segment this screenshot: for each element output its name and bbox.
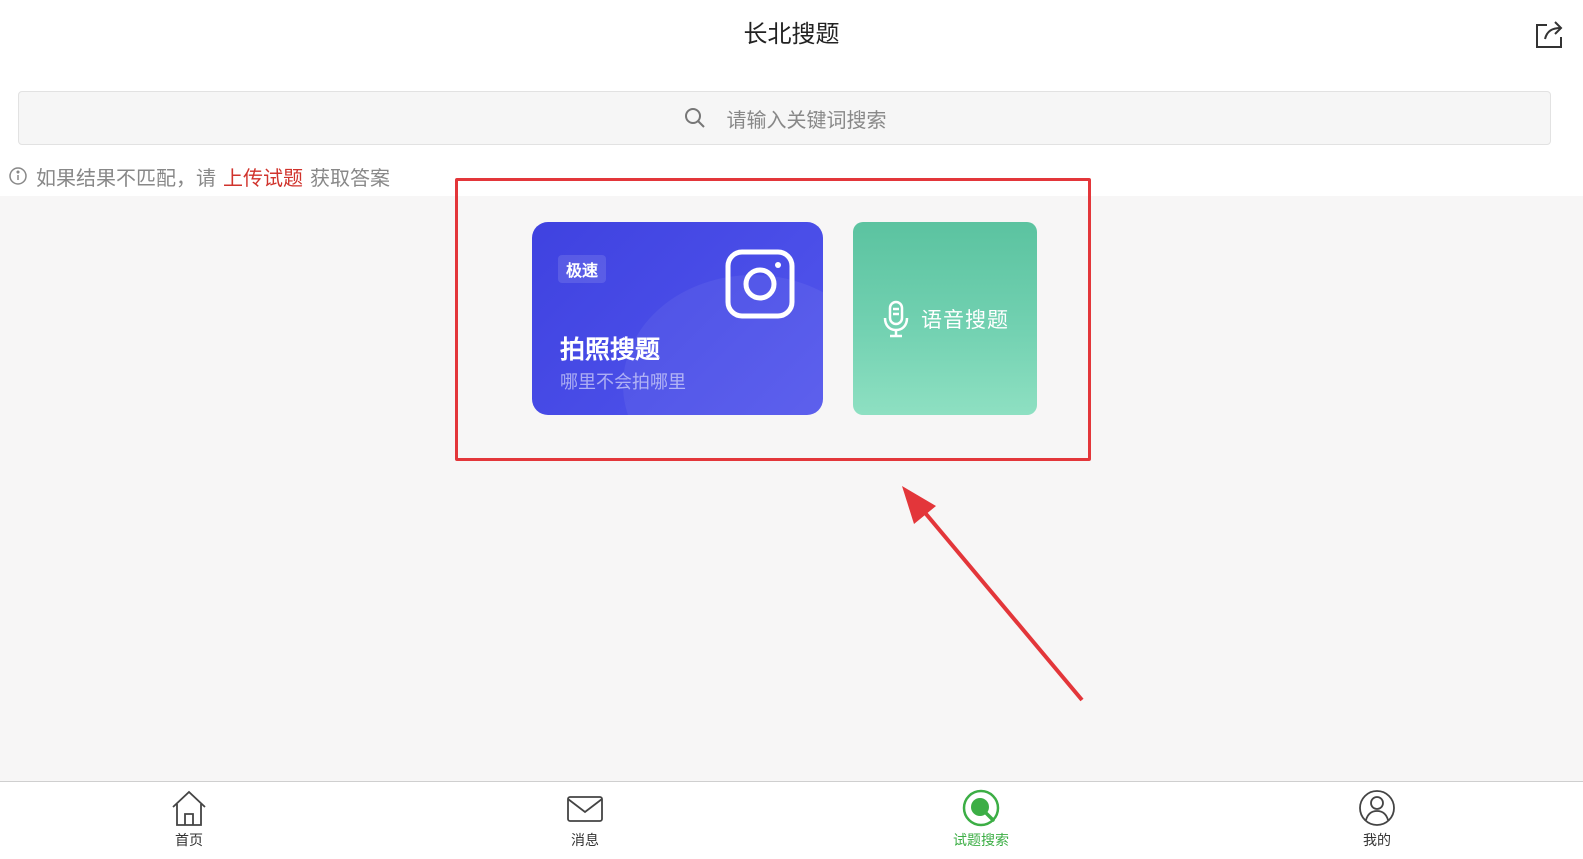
upload-question-link[interactable]: 上传试题 — [223, 162, 303, 191]
search-placeholder: 请输入关键词搜索 — [726, 107, 887, 132]
mail-icon — [567, 796, 603, 822]
microphone-icon — [883, 300, 909, 338]
photo-search-title: 拍照搜题 — [560, 335, 661, 364]
tab-question-search-label: 试题搜索 — [953, 833, 1009, 849]
tab-messages-label: 消息 — [571, 833, 599, 849]
voice-search-label: 语音搜题 — [921, 308, 1009, 332]
tab-question-search[interactable]: 试题搜索 — [921, 788, 1041, 854]
camera-icon — [725, 249, 795, 319]
hint-suffix: 获取答案 — [310, 165, 390, 190]
tab-messages[interactable]: 消息 — [525, 788, 645, 854]
home-icon — [172, 790, 206, 826]
hint-text: 如果结果不匹配，请 上传试题 获取答案 — [8, 162, 390, 190]
search-input[interactable]: 请输入关键词搜索 — [18, 91, 1551, 145]
tab-bar: 首页 消息 试题搜索 我的 — [0, 781, 1583, 859]
search-icon — [684, 108, 705, 128]
page-title: 长北搜题 — [743, 20, 840, 48]
header: 长北搜题 — [0, 0, 1583, 66]
pointer-arrow — [902, 486, 1084, 702]
tab-profile[interactable]: 我的 — [1317, 788, 1437, 854]
search-icon — [962, 789, 1000, 827]
hint-prefix: 如果结果不匹配，请 — [36, 165, 216, 190]
tab-home-label: 首页 — [175, 833, 203, 849]
tab-home[interactable]: 首页 — [129, 788, 249, 854]
speed-badge: 极速 — [558, 255, 607, 283]
tab-profile-label: 我的 — [1363, 833, 1391, 849]
photo-search-card[interactable]: 极速 拍照搜题 哪里不会拍哪里 — [532, 222, 823, 415]
voice-search-card[interactable]: 语音搜题 — [853, 222, 1037, 415]
share-icon[interactable] — [1533, 18, 1565, 50]
info-icon — [9, 167, 27, 185]
photo-search-subtitle: 哪里不会拍哪里 — [560, 372, 686, 393]
user-icon — [1359, 790, 1395, 826]
